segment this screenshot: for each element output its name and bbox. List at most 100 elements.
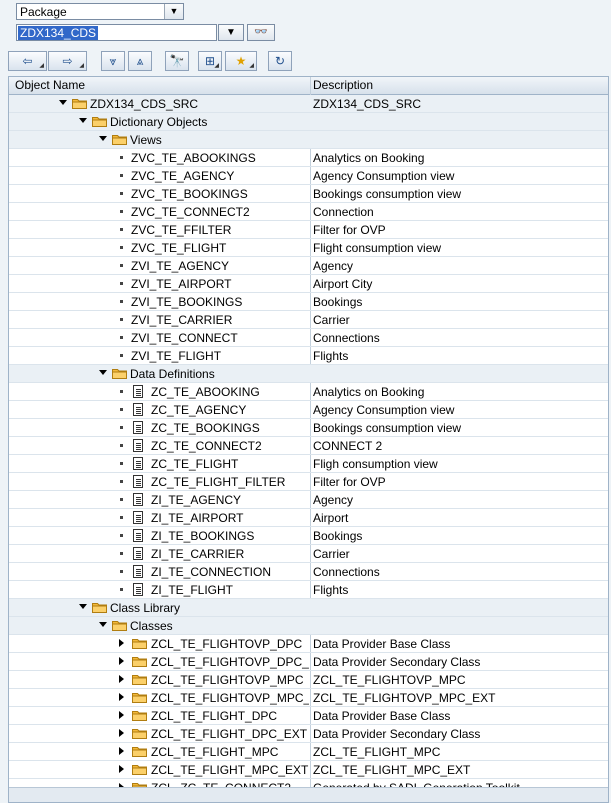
forward-button[interactable]: ⇨ ◢ (48, 51, 87, 71)
object-name[interactable]: Dictionary Objects (110, 115, 309, 129)
object-name[interactable]: ZC_TE_BOOKINGS (151, 421, 309, 435)
find-button[interactable]: 🔭 (165, 51, 189, 71)
object-name[interactable]: ZI_TE_BOOKINGS (151, 529, 309, 543)
tree-object-row[interactable]: ZI_TE_CARRIER Carrier (9, 545, 608, 563)
tree-object-row[interactable]: ZC_TE_ABOOKING Analytics on Booking (9, 383, 608, 401)
expand-toggle-icon[interactable] (119, 693, 124, 701)
horizontal-scrollbar[interactable] (9, 787, 608, 802)
display-button[interactable]: 👓 (247, 24, 275, 41)
favorites-button[interactable]: ★ ◢ (225, 51, 257, 71)
expand-toggle-icon[interactable] (99, 370, 107, 375)
object-name[interactable]: ZVI_TE_BOOKINGS (131, 295, 309, 309)
object-name[interactable]: ZC_TE_AGENCY (151, 403, 309, 417)
tree-object-row[interactable]: ZCL_TE_FLIGHT_DPC Data Provider Base Clas… (9, 707, 608, 725)
back-button[interactable]: ⇦ ◢ (8, 51, 47, 71)
object-name[interactable]: Data Definitions (130, 367, 309, 381)
expand-toggle-icon[interactable] (79, 118, 87, 123)
object-name[interactable]: Views (130, 133, 309, 147)
tree-object-row[interactable]: ZCL_TE_FLIGHTOVP_DPC_EXT Data Provider Se… (9, 653, 608, 671)
tree-object-row[interactable]: ZVI_TE_FLIGHT Flights (9, 347, 608, 365)
tree-object-row[interactable]: ZVC_TE_FLIGHT Flight consumption view (9, 239, 608, 257)
tree-object-row[interactable]: ZVC_TE_AGENCY Agency Consumption view (9, 167, 608, 185)
tree-object-row[interactable]: ZC_TE_BOOKINGS Bookings consumption view (9, 419, 608, 437)
tree-folder-row[interactable]: Dictionary Objects (9, 113, 608, 131)
tree-object-row[interactable]: ZC_TE_FLIGHT Fligh consumption view (9, 455, 608, 473)
expand-toggle-icon[interactable] (119, 711, 124, 719)
object-name[interactable]: ZVC_TE_CONNECT2 (131, 205, 309, 219)
tree-object-row[interactable]: ZVC_TE_ABOOKINGS Analytics on Booking (9, 149, 608, 167)
object-name[interactable]: ZCL_TE_FLIGHT_MPC (151, 745, 309, 759)
object-name[interactable]: ZCL_TE_FLIGHT_DPC_EXT (151, 727, 309, 741)
object-name[interactable]: ZVI_TE_AIRPORT (131, 277, 309, 291)
tree-object-row[interactable]: ZCL_TE_FLIGHT_MPC ZCL_TE_FLIGHT_MPC (9, 743, 608, 761)
tree-object-row[interactable]: ZCL_TE_FLIGHT_MPC_EXT ZCL_TE_FLIGHT_MPC_E… (9, 761, 608, 779)
object-name[interactable]: ZCL_TE_FLIGHTOVP_DPC (151, 637, 309, 651)
tree-folder-row[interactable]: Data Definitions (9, 365, 608, 383)
object-name[interactable]: ZVI_TE_FLIGHT (131, 349, 309, 363)
tree-object-row[interactable]: ZVC_TE_BOOKINGS Bookings consumption view (9, 185, 608, 203)
tree-object-row[interactable]: ZI_TE_AGENCY Agency (9, 491, 608, 509)
object-name[interactable]: ZC_TE_FLIGHT (151, 457, 309, 471)
tree-object-row[interactable]: ZC_TE_AGENCY Agency Consumption view (9, 401, 608, 419)
expand-toggle-icon[interactable] (99, 622, 107, 627)
object-name[interactable]: ZC_TE_ABOOKING (151, 385, 309, 399)
tree-object-row[interactable]: ZI_TE_AIRPORT Airport (9, 509, 608, 527)
object-name[interactable]: ZI_TE_AGENCY (151, 493, 309, 507)
expand-toggle-icon[interactable] (119, 657, 124, 665)
tree-folder-row[interactable]: Views (9, 131, 608, 149)
expand-toggle-icon[interactable] (119, 729, 124, 737)
object-name[interactable]: ZC_TE_FLIGHT_FILTER (151, 475, 309, 489)
object-name[interactable]: ZVI_TE_AGENCY (131, 259, 309, 273)
package-dropdown-button[interactable]: ▼ (218, 24, 244, 41)
tree-object-row[interactable]: ZVI_TE_BOOKINGS Bookings (9, 293, 608, 311)
expand-toggle-icon[interactable] (119, 747, 124, 755)
object-type-select[interactable]: Package ▼ (16, 3, 184, 20)
object-name[interactable]: ZI_TE_AIRPORT (151, 511, 309, 525)
object-name[interactable]: ZCL_TE_FLIGHT_MPC_EXT (151, 763, 309, 777)
object-name[interactable]: ZI_TE_FLIGHT (151, 583, 309, 597)
tree-object-row[interactable]: ZI_TE_FLIGHT Flights (9, 581, 608, 599)
object-name[interactable]: Class Library (110, 601, 309, 615)
tree-object-row[interactable]: ZCL_TE_FLIGHT_DPC_EXT Data Provider Secon… (9, 725, 608, 743)
tree-object-row[interactable]: ZVI_TE_CARRIER Carrier (9, 311, 608, 329)
refresh-button[interactable]: ↻ (268, 51, 292, 71)
object-name[interactable]: ZCL_TE_FLIGHTOVP_MPC (151, 673, 309, 687)
expand-toggle-icon[interactable] (119, 765, 124, 773)
expand-toggle-icon[interactable] (79, 604, 87, 609)
object-name[interactable]: ZVC_TE_ABOOKINGS (131, 151, 309, 165)
tree-object-row[interactable]: ZI_TE_CONNECTION Connections (9, 563, 608, 581)
object-name[interactable]: ZVC_TE_FFILTER (131, 223, 309, 237)
tree-object-row[interactable]: ZVI_TE_AGENCY Agency (9, 257, 608, 275)
tree-object-row[interactable]: ZI_TE_BOOKINGS Bookings (9, 527, 608, 545)
object-name[interactable]: ZVI_TE_CARRIER (131, 313, 309, 327)
column-header-description[interactable]: Description (313, 78, 373, 92)
tree-folder-row[interactable]: Classes (9, 617, 608, 635)
tree-object-row[interactable]: ZVC_TE_CONNECT2 Connection (9, 203, 608, 221)
tree-object-row[interactable]: ZCL_TE_FLIGHTOVP_MPC ZCL_TE_FLIGHTOVP_MPC (9, 671, 608, 689)
object-name[interactable]: ZI_TE_CARRIER (151, 547, 309, 561)
tree-object-row[interactable]: ZCL_TE_FLIGHTOVP_DPC Data Provider Base C… (9, 635, 608, 653)
object-name[interactable]: ZVC_TE_AGENCY (131, 169, 309, 183)
tree-object-row[interactable]: ZVI_TE_AIRPORT Airport City (9, 275, 608, 293)
package-name-input[interactable]: ZDX134_CDS (16, 24, 217, 41)
object-name[interactable]: ZCL_TE_FLIGHTOVP_DPC_EXT (151, 655, 309, 669)
object-name[interactable]: ZVC_TE_BOOKINGS (131, 187, 309, 201)
object-name[interactable]: Classes (130, 619, 309, 633)
expand-toggle-icon[interactable] (119, 639, 124, 647)
package-name-value[interactable]: ZDX134_CDS (18, 26, 99, 40)
column-header-object-name[interactable]: Object Name (15, 78, 85, 92)
tree-folder-row[interactable]: ZDX134_CDS_SRC ZDX134_CDS_SRC (9, 95, 608, 113)
object-name[interactable]: ZVC_TE_FLIGHT (131, 241, 309, 255)
object-name[interactable]: ZCL_TE_FLIGHT_DPC (151, 709, 309, 723)
expand-toggle-icon[interactable] (99, 136, 107, 141)
expand-toggle-icon[interactable] (59, 100, 67, 105)
tree-object-row[interactable]: ZC_TE_FLIGHT_FILTER Filter for OVP (9, 473, 608, 491)
collapse-all-button[interactable]: ⩓ (128, 51, 152, 71)
expand-all-button[interactable]: ⩔ (101, 51, 125, 71)
tree-folder-row[interactable]: Class Library (9, 599, 608, 617)
tree-object-row[interactable]: ZVI_TE_CONNECT Connections (9, 329, 608, 347)
object-name[interactable]: ZC_TE_CONNECT2 (151, 439, 309, 453)
object-name[interactable]: ZDX134_CDS_SRC (90, 97, 309, 111)
object-name[interactable]: ZI_TE_CONNECTION (151, 565, 309, 579)
tree-object-row[interactable]: ZCL_TE_FLIGHTOVP_MPC_EXT ZCL_TE_FLIGHTOVP… (9, 689, 608, 707)
